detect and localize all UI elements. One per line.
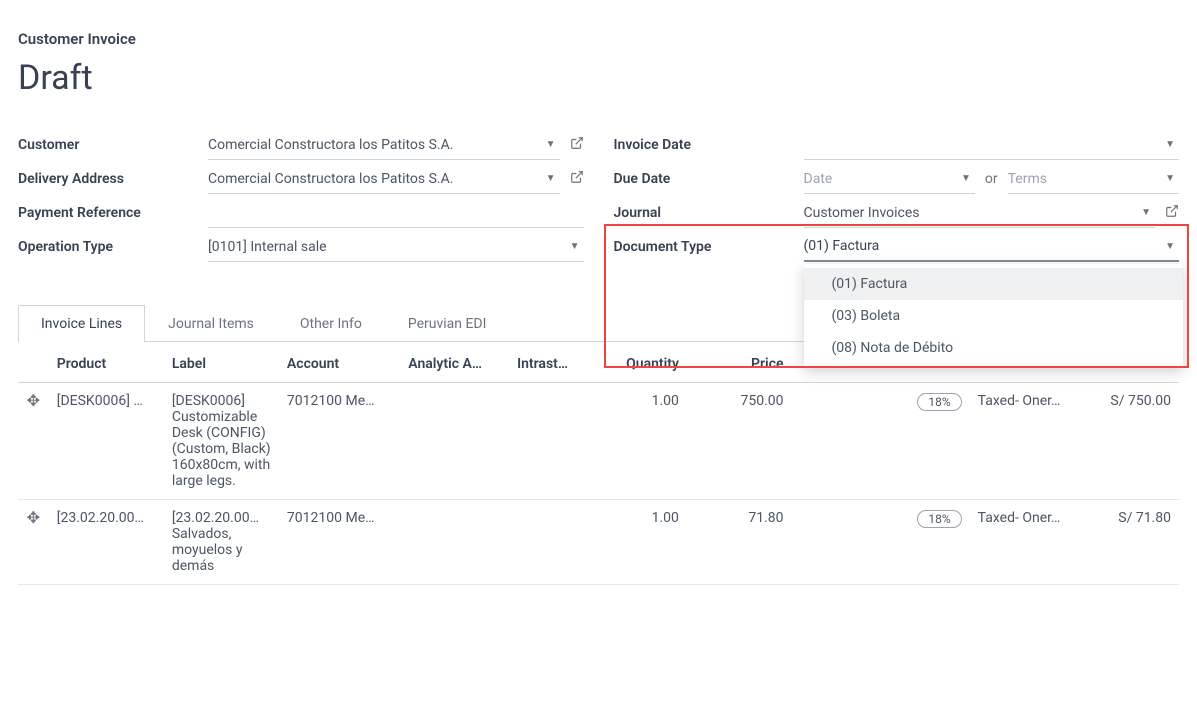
chevron-down-icon[interactable]: ▼ — [1161, 173, 1179, 184]
delivery-address-label: Delivery Address — [18, 171, 208, 187]
drag-handle-icon[interactable]: ✥ — [18, 500, 49, 585]
operation-type-label: Operation Type — [18, 239, 208, 255]
document-type-value: (01) Factura — [804, 234, 1162, 258]
cell-product[interactable]: [DESK0006] … — [49, 383, 164, 500]
table-row[interactable]: ✥ [23.02.20.00… [23.02.20.00… Salvados, … — [18, 500, 1179, 585]
drag-handle-icon[interactable]: ✥ — [18, 383, 49, 500]
cell-tax[interactable]: 18% — [907, 383, 970, 500]
cell-account[interactable]: 7012100 Me… — [279, 500, 400, 585]
due-date-field[interactable]: Date ▼ — [804, 164, 975, 194]
invoice-date-value — [804, 141, 1162, 149]
document-type-label: Document Type — [614, 239, 804, 255]
external-link-icon[interactable] — [1165, 204, 1179, 222]
chevron-down-icon[interactable]: ▼ — [1137, 207, 1155, 218]
cell-price[interactable]: 750.00 — [687, 383, 792, 500]
col-header-intrastat[interactable]: Intrast… — [509, 346, 593, 383]
cell-subtotal[interactable]: S/ 750.00 — [1085, 383, 1179, 500]
table-row[interactable]: ✥ [DESK0006] … [DESK0006] Customizable D… — [18, 383, 1179, 500]
dropdown-option-factura[interactable]: (01) Factura — [804, 268, 1184, 300]
cell-label[interactable]: [23.02.20.00… Salvados, moyuelos y demás — [164, 500, 279, 585]
dropdown-option-boleta[interactable]: (03) Boleta — [804, 300, 1184, 332]
cell-tax[interactable]: 18% — [907, 500, 970, 585]
due-date-label: Due Date — [614, 171, 804, 187]
col-header-price[interactable]: Price — [687, 346, 792, 383]
col-header-analytic[interactable]: Analytic A… — [400, 346, 509, 383]
due-date-placeholder: Date — [804, 167, 957, 191]
form-grid: Customer Comercial Constructora los Pati… — [18, 128, 1179, 264]
chevron-down-icon[interactable]: ▼ — [1161, 241, 1179, 252]
chevron-down-icon[interactable]: ▼ — [957, 173, 975, 184]
chevron-down-icon[interactable]: ▼ — [566, 241, 584, 252]
col-header-product[interactable]: Product — [49, 346, 164, 383]
external-link-icon[interactable] — [570, 136, 584, 154]
customer-value: Comercial Constructora los Patitos S.A. — [208, 133, 542, 157]
tab-journal-items[interactable]: Journal Items — [145, 305, 277, 342]
journal-label: Journal — [614, 205, 804, 221]
chevron-down-icon[interactable]: ▼ — [542, 173, 560, 184]
cell-price[interactable]: 71.80 — [687, 500, 792, 585]
invoice-lines-table: Product Label Account Analytic A… Intras… — [18, 346, 1179, 585]
invoice-date-field[interactable]: ▼ — [804, 130, 1180, 160]
tab-other-info[interactable]: Other Info — [277, 305, 385, 342]
payment-reference-field[interactable] — [208, 198, 584, 228]
due-terms-field[interactable]: Terms ▼ — [1008, 164, 1179, 194]
cell-account[interactable]: 7012100 Me… — [279, 383, 400, 500]
page-title: Draft — [18, 58, 1179, 98]
cell-label[interactable]: [DESK0006] Customizable Desk (CONFIG) (C… — [164, 383, 279, 500]
due-date-or: or — [985, 171, 998, 187]
customer-field[interactable]: Comercial Constructora los Patitos S.A. … — [208, 130, 560, 160]
col-header-account[interactable]: Account — [279, 346, 400, 383]
due-terms-placeholder: Terms — [1008, 167, 1161, 191]
tax-badge: 18% — [917, 510, 961, 528]
tax-badge: 18% — [917, 393, 961, 411]
delivery-address-field[interactable]: Comercial Constructora los Patitos S.A. … — [208, 164, 560, 194]
payment-reference-value — [208, 209, 584, 217]
form-left-column: Customer Comercial Constructora los Pati… — [18, 128, 584, 264]
tab-peruvian-edi[interactable]: Peruvian EDI — [385, 305, 510, 342]
chevron-down-icon[interactable]: ▼ — [542, 139, 560, 150]
journal-field[interactable]: Customer Invoices ▼ — [804, 198, 1156, 228]
operation-type-field[interactable]: [0101] Internal sale ▼ — [208, 232, 584, 262]
document-type-field[interactable]: (01) Factura ▼ (01) Factura (03) Boleta … — [804, 232, 1180, 262]
cell-product[interactable]: [23.02.20.00… — [49, 500, 164, 585]
cell-amount[interactable]: Taxed- Oner… — [970, 500, 1085, 585]
dropdown-option-nota-debito[interactable]: (08) Nota de Débito — [804, 332, 1184, 364]
journal-value: Customer Invoices — [804, 201, 1138, 225]
breadcrumb: Customer Invoice — [18, 30, 1179, 48]
delivery-address-value: Comercial Constructora los Patitos S.A. — [208, 167, 542, 191]
external-link-icon[interactable] — [570, 170, 584, 188]
form-right-column: Invoice Date ▼ Due Date Date ▼ or Terms … — [614, 128, 1180, 264]
customer-label: Customer — [18, 137, 208, 153]
cell-amount[interactable]: Taxed- Oner… — [970, 383, 1085, 500]
tab-invoice-lines[interactable]: Invoice Lines — [18, 305, 145, 342]
cell-quantity[interactable]: 1.00 — [593, 500, 687, 585]
cell-quantity[interactable]: 1.00 — [593, 383, 687, 500]
payment-reference-label: Payment Reference — [18, 205, 208, 221]
col-header-quantity[interactable]: Quantity — [593, 346, 687, 383]
operation-type-value: [0101] Internal sale — [208, 235, 566, 259]
invoice-date-label: Invoice Date — [614, 137, 804, 153]
document-type-dropdown: (01) Factura (03) Boleta (08) Nota de Dé… — [804, 264, 1184, 368]
cell-subtotal[interactable]: S/ 71.80 — [1085, 500, 1179, 585]
col-header-label[interactable]: Label — [164, 346, 279, 383]
chevron-down-icon[interactable]: ▼ — [1161, 139, 1179, 150]
